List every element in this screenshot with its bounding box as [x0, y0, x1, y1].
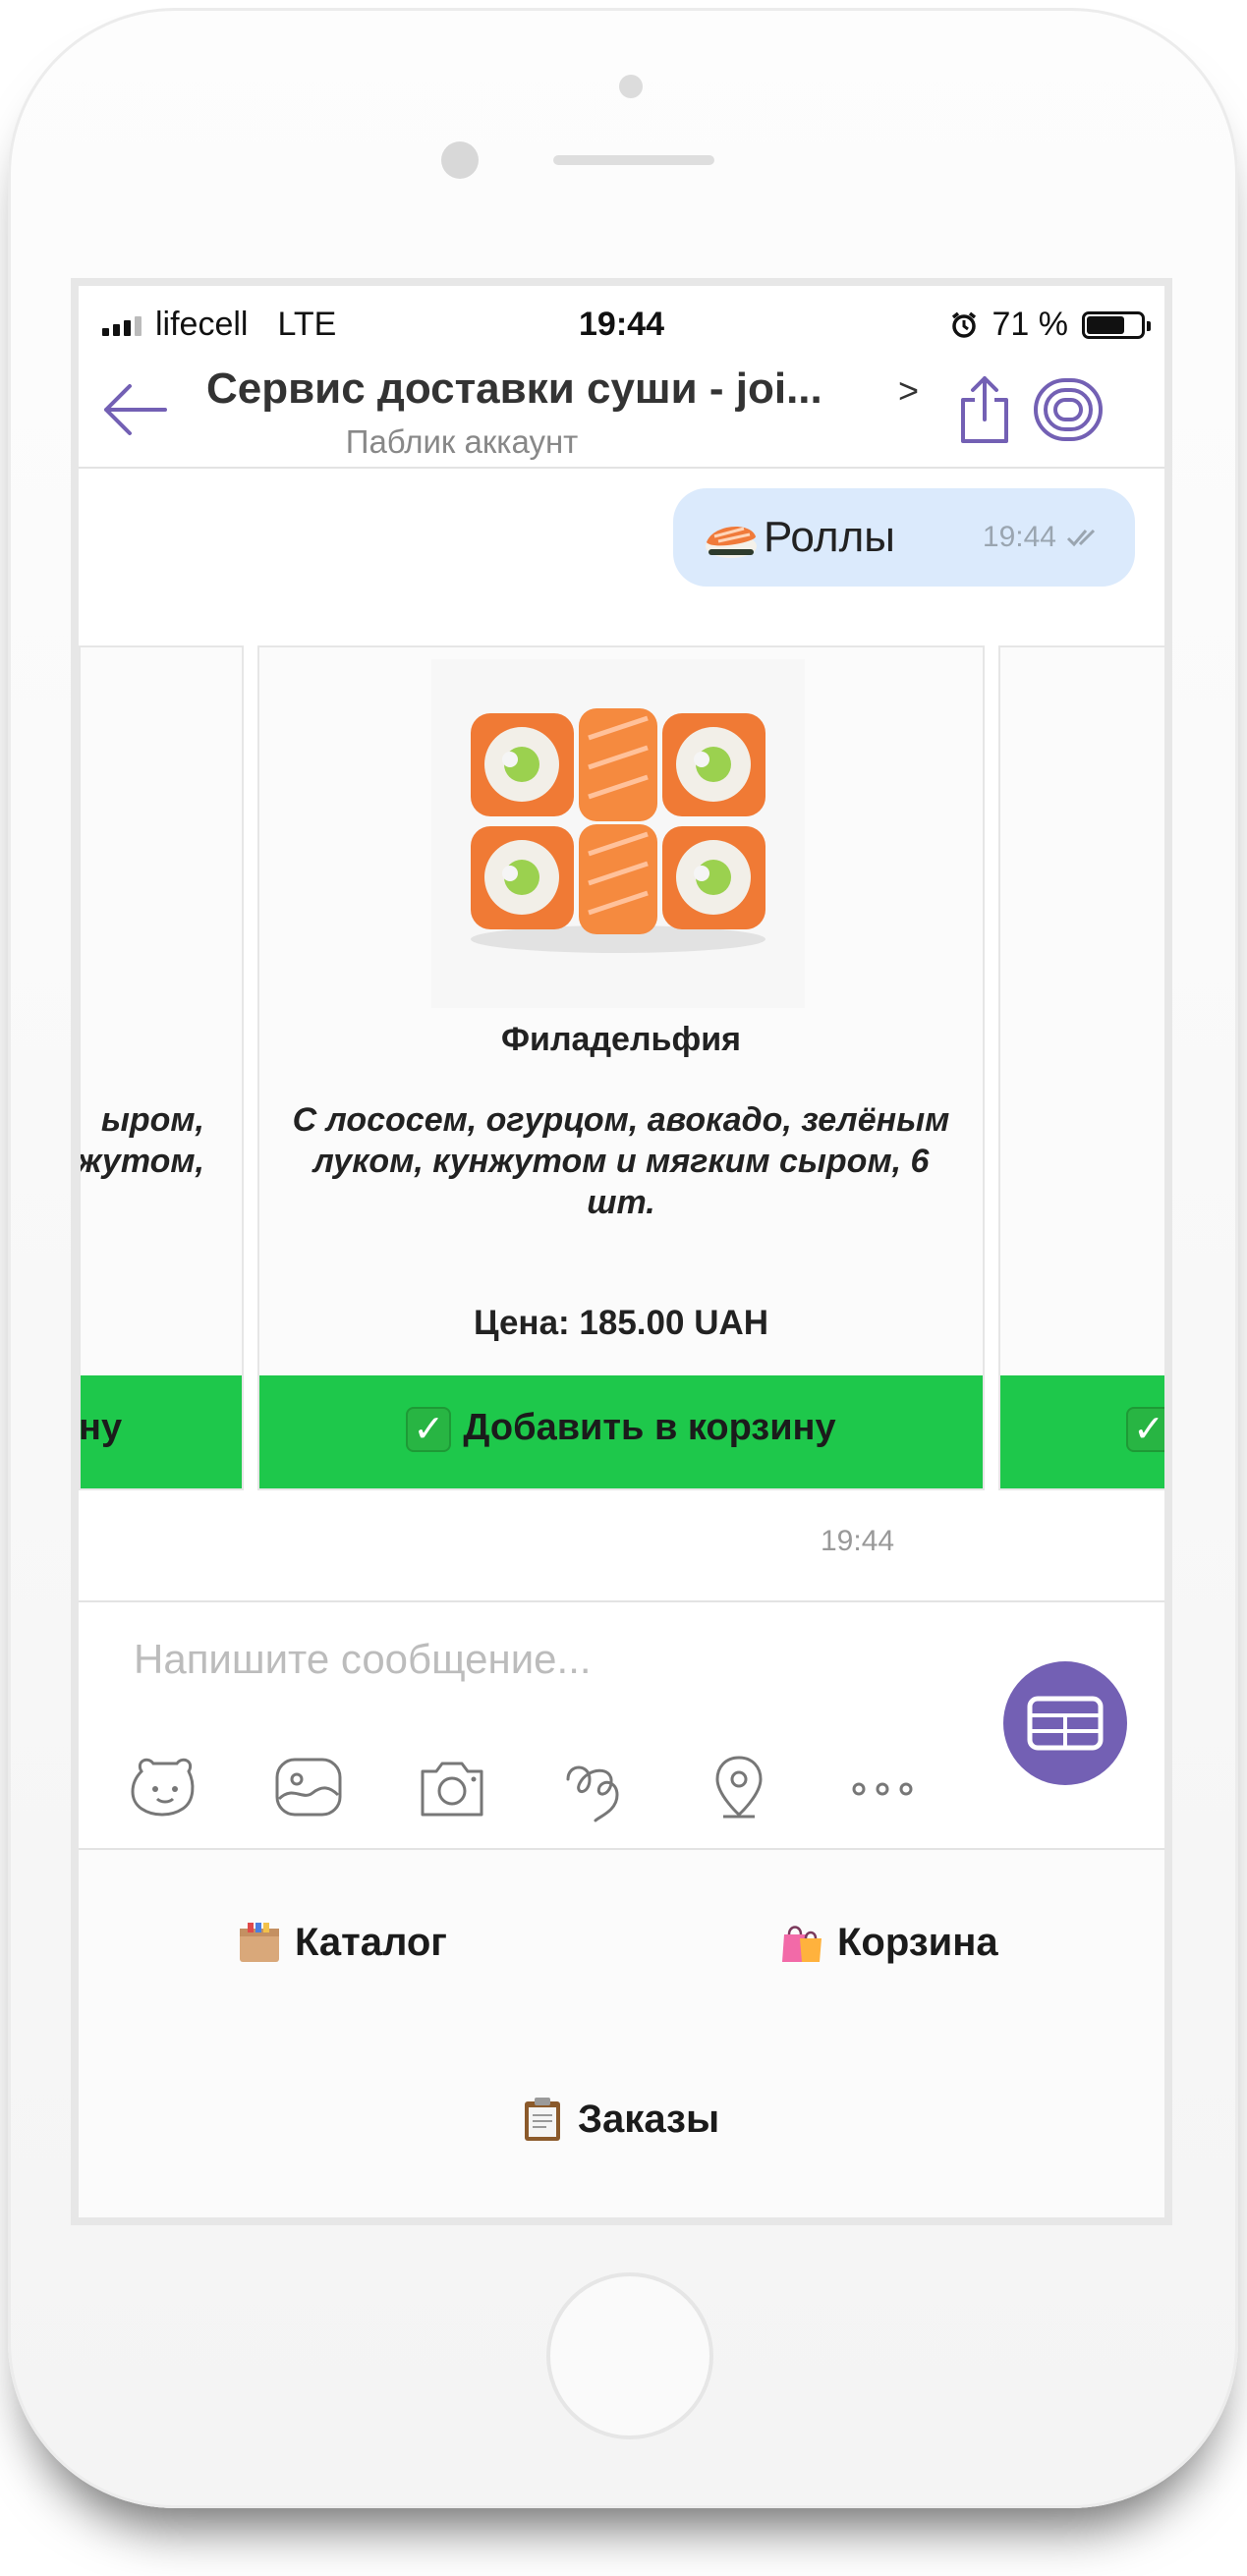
share-icon[interactable]	[955, 374, 1014, 445]
menu-catalog-button[interactable]: Каталог	[236, 1919, 447, 1966]
sticker-icon[interactable]	[128, 1750, 202, 1824]
clipboard-icon	[525, 2098, 560, 2141]
battery-fill	[1087, 315, 1124, 334]
chat-area[interactable]: Роллы 19:44 ыром, жутом, ну Филадельфия …	[79, 469, 1164, 1567]
bot-keyboard-button[interactable]	[1003, 1661, 1127, 1785]
app-screen: lifecell LTE 19:44 71 % Сервис доставки …	[71, 278, 1172, 2225]
shopping-bags-icon	[782, 1926, 822, 1962]
add-to-cart-button-right-content: ✓	[1126, 1407, 1164, 1452]
earpiece-speaker	[553, 155, 714, 165]
message-text: Роллы	[764, 513, 895, 561]
outgoing-message[interactable]: Роллы 19:44	[673, 488, 1135, 587]
home-button[interactable]	[546, 2272, 713, 2439]
check-mark-icon-right: ✓	[1126, 1407, 1164, 1452]
battery-percent: 71 %	[992, 306, 1069, 343]
gallery-icon[interactable]	[271, 1750, 346, 1824]
chat-subtitle: Паблик аккаунт	[345, 423, 579, 460]
menu-cart-label: Корзина	[837, 1920, 998, 1964]
status-bar: lifecell LTE 19:44 71 %	[79, 286, 1164, 347]
chat-header: Сервис доставки суши - joi... > Паблик а…	[79, 347, 1164, 469]
sushi-emoji-icon	[706, 526, 757, 558]
add-to-cart-label-left: ну	[79, 1407, 123, 1448]
product-card-right[interactable]: ✓	[998, 645, 1164, 1490]
product-name: Филадельфия	[501, 1021, 741, 1058]
product-description: С лососем, огурцом, авокадо, зелёным лук…	[292, 1101, 950, 1221]
keyboard-grid-icon	[1027, 1696, 1104, 1751]
add-to-cart-button-right[interactable]: ✓	[1000, 1375, 1164, 1488]
chat-title[interactable]: Сервис доставки суши - joi...	[206, 364, 822, 414]
doodle-icon[interactable]	[558, 1750, 633, 1824]
product-price: Цена: 185.00 UAH	[473, 1304, 769, 1342]
menu-orders-button[interactable]: Заказы	[519, 2096, 719, 2143]
message-time: 19:44	[982, 521, 1056, 553]
card-left-desc-line-1: ыром,	[100, 1101, 204, 1139]
status-right: 71 %	[949, 306, 1151, 344]
front-camera	[441, 141, 479, 179]
read-checkmarks-icon	[1066, 529, 1096, 547]
camera-icon[interactable]	[415, 1750, 489, 1824]
alarm-icon	[951, 311, 976, 338]
card-left-desc-line-2: жутом,	[79, 1143, 204, 1180]
product-image	[431, 659, 805, 1008]
message-composer: Напишите сообщение...	[79, 1600, 1164, 1848]
sensor-dot	[619, 75, 643, 98]
chevron-right-icon[interactable]: >	[898, 370, 919, 412]
check-mark-icon: ✓	[406, 1407, 452, 1452]
public-account-icon[interactable]	[1032, 376, 1105, 443]
card-left-description: ыром, жутом,	[79, 1099, 204, 1182]
add-to-cart-button[interactable]: ✓ Добавить в корзину	[259, 1375, 983, 1488]
location-icon[interactable]	[702, 1750, 776, 1824]
product-card-left[interactable]: ыром, жутом, ну	[79, 645, 244, 1490]
add-to-cart-button-left[interactable]: ну	[81, 1375, 242, 1488]
add-to-cart-button-content: ✓ Добавить в корзину	[259, 1407, 983, 1452]
add-to-cart-label: Добавить в корзину	[463, 1407, 836, 1449]
menu-orders-label: Заказы	[578, 2097, 720, 2141]
battery-icon	[1082, 310, 1151, 339]
bot-menu: Каталог Корзина Заказы	[79, 1848, 1164, 2217]
composer-toolbar	[128, 1750, 920, 1824]
product-card-philadelphia[interactable]: Филадельфия С лососем, огурцом, авокадо,…	[257, 645, 985, 1490]
menu-catalog-label: Каталог	[295, 1920, 447, 1964]
menu-cart-button[interactable]: Корзина	[778, 1919, 998, 1966]
message-input[interactable]: Напишите сообщение...	[134, 1636, 592, 1683]
box-icon	[240, 1923, 279, 1962]
carousel-time: 19:44	[821, 1525, 895, 1557]
more-icon[interactable]	[845, 1750, 920, 1824]
